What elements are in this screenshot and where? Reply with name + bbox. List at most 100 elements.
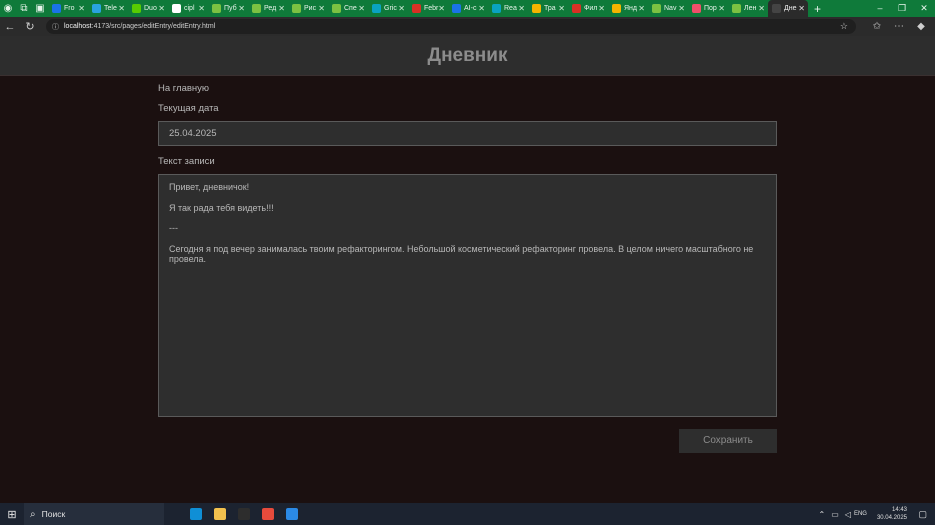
refresh-icon[interactable]: ↻ <box>20 20 40 33</box>
search-icon: ⌕ <box>30 508 36 520</box>
taskbar-search[interactable]: ⌕ Поиск <box>24 503 164 525</box>
clock[interactable]: 14:43 30.04.2025 <box>877 506 907 522</box>
home-link[interactable]: На главную <box>158 83 209 94</box>
language-indicator[interactable]: ENG <box>854 511 867 517</box>
date-label: Текущая дата <box>158 103 219 114</box>
more-menu-icon[interactable]: ⋯ <box>888 21 910 32</box>
browser-tab[interactable]: Fro ✕ <box>48 0 88 17</box>
browser-tab[interactable]: Ред ✕ <box>248 0 288 17</box>
minimize-icon[interactable]: – <box>869 0 891 17</box>
browser-tab[interactable]: Gric ✕ <box>368 0 408 17</box>
tab-favicon-icon <box>252 4 261 13</box>
entry-line: Я так рада тебя видеть!!! <box>169 202 274 213</box>
browser-tab[interactable]: Nav ✕ <box>648 0 688 17</box>
tab-close-icon[interactable]: ✕ <box>358 4 365 13</box>
tab-close-icon[interactable]: ✕ <box>678 4 685 13</box>
url-field[interactable]: ⓘ localhost:4173/src/pages/editEntry/edi… <box>46 19 856 34</box>
tab-close-icon[interactable]: ✕ <box>198 4 205 13</box>
browser-tab[interactable]: Спе ✕ <box>328 0 368 17</box>
browser-tab[interactable]: Фил ✕ <box>568 0 608 17</box>
tab-favicon-icon <box>372 4 381 13</box>
tab-label: Дне <box>784 5 797 12</box>
tab-close-icon[interactable]: ✕ <box>438 4 445 13</box>
tab-close-icon[interactable]: ✕ <box>798 4 805 13</box>
windows-start-icon[interactable]: ⊞ <box>0 508 24 521</box>
workspaces-icon[interactable]: ⧉ <box>16 1 32 17</box>
tab-close-icon[interactable]: ✕ <box>118 4 125 13</box>
tab-favicon-icon <box>532 4 541 13</box>
tab-close-icon[interactable]: ✕ <box>278 4 285 13</box>
tab-favicon-icon <box>52 4 61 13</box>
browser-tab[interactable]: Duo ✕ <box>128 0 168 17</box>
browser-tab[interactable]: Дне ✕ <box>768 0 808 17</box>
browser-tab[interactable]: Рис ✕ <box>288 0 328 17</box>
tab-close-icon[interactable]: ✕ <box>518 4 525 13</box>
tab-label: cipl <box>184 5 195 12</box>
tab-close-icon[interactable]: ✕ <box>158 4 165 13</box>
tab-close-icon[interactable]: ✕ <box>478 4 485 13</box>
favorites-icon[interactable]: ✩ <box>866 21 888 32</box>
back-icon[interactable]: ← <box>0 21 20 33</box>
tab-close-icon[interactable]: ✕ <box>78 4 85 13</box>
tab-actions-icon[interactable]: ▣ <box>32 1 48 17</box>
file-explorer-icon <box>214 508 226 520</box>
browser-tab[interactable]: cipl ✕ <box>168 0 208 17</box>
tab-favicon-icon <box>572 4 581 13</box>
figma-taskbar-icon[interactable] <box>256 503 280 525</box>
tab-close-icon[interactable]: ✕ <box>558 4 565 13</box>
network-icon[interactable]: ▭ <box>831 510 839 519</box>
browser-tab[interactable]: Пор ✕ <box>688 0 728 17</box>
info-icon[interactable]: ⓘ <box>52 22 59 32</box>
close-window-icon[interactable]: ✕ <box>913 0 935 17</box>
tab-favicon-icon <box>652 4 661 13</box>
notification-icon[interactable]: ▢ <box>918 509 927 520</box>
tab-close-icon[interactable]: ✕ <box>758 4 765 13</box>
tab-label: AI-c <box>464 5 477 12</box>
tab-favicon-icon <box>732 4 741 13</box>
new-tab-button[interactable]: + <box>814 2 821 16</box>
terminal-taskbar-icon[interactable] <box>232 503 256 525</box>
tab-favicon-icon <box>132 4 141 13</box>
edge-taskbar-icon[interactable] <box>184 503 208 525</box>
tab-label: Фил <box>584 5 598 12</box>
save-button[interactable]: Сохранить <box>679 429 777 453</box>
tab-label: Ред <box>264 5 277 12</box>
copilot-icon[interactable]: ◆ <box>910 21 932 32</box>
favorite-star-icon[interactable]: ☆ <box>840 21 848 32</box>
file-explorer-taskbar-icon[interactable] <box>208 503 232 525</box>
tab-label: Gric <box>384 5 397 12</box>
chevron-up-icon[interactable]: ⌃ <box>819 510 826 519</box>
tab-close-icon[interactable]: ✕ <box>238 4 245 13</box>
profile-avatar-icon[interactable]: ◉ <box>0 1 16 17</box>
tab-favicon-icon <box>772 4 781 13</box>
browser-tab[interactable]: Febr ✕ <box>408 0 448 17</box>
tab-favicon-icon <box>452 4 461 13</box>
tab-close-icon[interactable]: ✕ <box>318 4 325 13</box>
browser-tab[interactable]: Rea ✕ <box>488 0 528 17</box>
entry-textarea[interactable]: Привет, дневничок! Я так рада тебя видет… <box>158 174 777 417</box>
browser-tab[interactable]: Янд ✕ <box>608 0 648 17</box>
volume-icon[interactable]: ◁ <box>845 510 851 519</box>
tab-close-icon[interactable]: ✕ <box>598 4 605 13</box>
maximize-icon[interactable]: ❐ <box>891 0 913 17</box>
tab-close-icon[interactable]: ✕ <box>398 4 405 13</box>
tab-label: Спе <box>344 5 357 12</box>
tab-close-icon[interactable]: ✕ <box>718 4 725 13</box>
entry-line: --- <box>169 223 178 233</box>
tab-label: Янд <box>624 5 638 12</box>
browser-tab[interactable]: Тра ✕ <box>528 0 568 17</box>
date-input[interactable]: 25.04.2025 <box>158 121 777 146</box>
tab-label: Fro <box>64 5 75 12</box>
browser-tab[interactable]: Лен ✕ <box>728 0 768 17</box>
browser-tab[interactable]: AI-c ✕ <box>448 0 488 17</box>
entry-line: Привет, дневничок! <box>169 182 250 192</box>
clock-time: 14:43 <box>891 507 907 513</box>
tab-label: Пор <box>704 5 717 12</box>
tab-label: Duo <box>144 5 157 12</box>
tab-close-icon[interactable]: ✕ <box>638 4 645 13</box>
tab-label: Лен <box>744 5 757 12</box>
browser-tab[interactable]: Tele ✕ <box>88 0 128 17</box>
tab-label: Tele <box>104 5 117 12</box>
vscode-taskbar-icon[interactable] <box>280 503 304 525</box>
browser-tab[interactable]: Пуб ✕ <box>208 0 248 17</box>
